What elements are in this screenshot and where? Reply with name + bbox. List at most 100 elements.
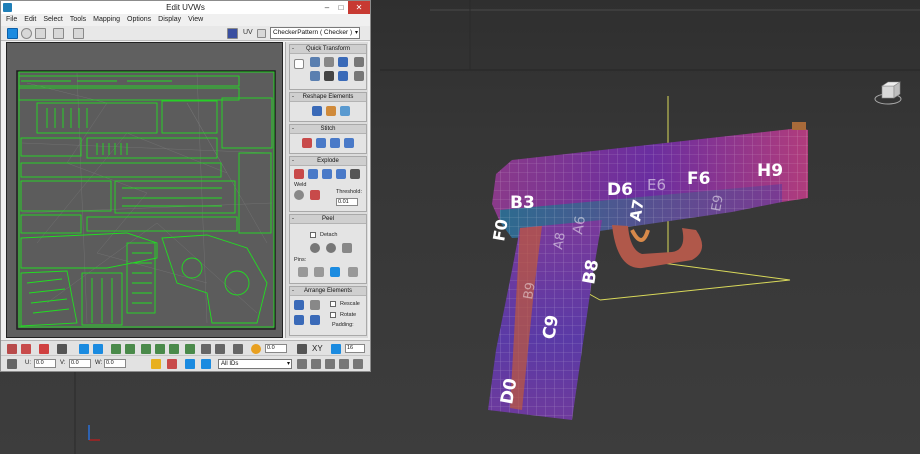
show-map-icon[interactable]	[227, 28, 238, 39]
rollout-reshape-elements: - Reshape Elements	[289, 92, 367, 122]
zoom-region-icon[interactable]	[325, 359, 335, 369]
filter-icon[interactable]	[185, 359, 195, 369]
close-icon[interactable]: ✕	[348, 1, 370, 14]
circle-icon[interactable]	[340, 106, 350, 116]
menu-options[interactable]: Options	[127, 16, 151, 23]
paint-icon[interactable]	[201, 344, 211, 354]
zoom-value-field[interactable]: 16	[345, 344, 365, 353]
select-element-icon[interactable]	[7, 344, 17, 354]
menu-view[interactable]: View	[188, 16, 203, 23]
padding-label: Padding:	[332, 322, 354, 328]
uv-mode-icon[interactable]	[257, 29, 266, 38]
shrink-icon[interactable]	[141, 344, 151, 354]
detach-checkbox[interactable]	[310, 232, 316, 238]
hide-icon[interactable]	[167, 359, 177, 369]
align-x-icon[interactable]	[310, 57, 320, 67]
rotate-ccw-icon[interactable]	[338, 71, 348, 81]
rollout-title: Peel	[321, 216, 334, 222]
quick-peel-icon[interactable]	[310, 243, 320, 253]
reset-peel-icon[interactable]	[342, 243, 352, 253]
weld-target-icon[interactable]	[310, 190, 320, 200]
texture-map-select[interactable]: CheckerPattern ( Checker ) ▾	[270, 27, 360, 39]
threshold-input[interactable]: 0.01	[336, 198, 358, 206]
ring-icon[interactable]	[111, 344, 121, 354]
zoom-extents-icon[interactable]	[339, 359, 349, 369]
stitch-custom-icon[interactable]	[344, 138, 354, 148]
texture-display-icon[interactable]	[353, 359, 363, 369]
flip-icon[interactable]	[324, 71, 334, 81]
menu-tools[interactable]: Tools	[70, 16, 86, 23]
mirror-tool-icon[interactable]	[73, 28, 84, 39]
soft-select-icon[interactable]	[251, 344, 261, 354]
brush-icon[interactable]	[215, 344, 225, 354]
falloff-icon[interactable]	[297, 344, 307, 354]
stitch-target-icon[interactable]	[330, 138, 340, 148]
menu-file[interactable]: File	[6, 16, 17, 23]
pack-normalize-icon[interactable]	[294, 300, 304, 310]
absolute-mode-icon[interactable]	[7, 359, 17, 369]
gun-model[interactable]: B3 D6 E6 F6 H9 F0 A6 A7 A8 B8 C9 D0 B9 E…	[482, 100, 822, 420]
soft-value-field[interactable]: 0.0	[265, 344, 287, 353]
rotate-tool-icon[interactable]	[21, 28, 32, 39]
maximize-icon[interactable]: □	[334, 1, 348, 14]
set-pivot-icon[interactable]	[294, 59, 304, 69]
explode-material-icon[interactable]	[336, 169, 346, 179]
freeform-tool-icon[interactable]	[53, 28, 64, 39]
zoom-icon[interactable]	[311, 359, 321, 369]
uv-editor-canvas[interactable]	[6, 42, 283, 338]
explode-flatten-icon[interactable]	[350, 169, 360, 179]
break-icon[interactable]	[294, 169, 304, 179]
relax-icon[interactable]	[326, 106, 336, 116]
pack-together-icon[interactable]	[294, 315, 304, 325]
menu-display[interactable]: Display	[158, 16, 181, 23]
face-mode-icon[interactable]	[79, 344, 89, 354]
weld-selected-icon[interactable]	[294, 190, 304, 200]
menu-edit[interactable]: Edit	[24, 16, 36, 23]
title-bar[interactable]: Edit UVWs – □ ✕	[1, 1, 370, 14]
lock-selection-icon[interactable]	[151, 359, 161, 369]
w-field[interactable]: 0.0	[104, 359, 126, 368]
rescale-checkbox[interactable]	[330, 301, 336, 307]
menu-mapping[interactable]: Mapping	[93, 16, 120, 23]
stitch-avg-icon[interactable]	[316, 138, 326, 148]
vertex-mode-icon[interactable]	[39, 344, 49, 354]
stitch-source-icon[interactable]	[302, 138, 312, 148]
edit-uvws-window[interactable]: Edit UVWs – □ ✕ File Edit Select Tools M…	[0, 0, 371, 372]
detach-edge-icon[interactable]	[308, 169, 318, 179]
loop-icon[interactable]	[155, 344, 165, 354]
align-y-icon[interactable]	[310, 71, 320, 81]
pack-custom-icon[interactable]	[310, 300, 320, 310]
snap-icon[interactable]	[201, 359, 211, 369]
move-tool-icon[interactable]	[7, 28, 18, 39]
viewcube-icon[interactable]	[874, 81, 902, 105]
weld-label: Weld	[294, 182, 307, 188]
loop-shrink-icon[interactable]	[185, 344, 195, 354]
auto-pin-icon[interactable]	[330, 267, 340, 277]
loop-grow-icon[interactable]	[169, 344, 179, 354]
space-h-icon[interactable]	[354, 57, 364, 67]
rotate-cw-icon[interactable]	[338, 57, 348, 67]
select-pins-icon[interactable]	[348, 267, 358, 277]
v-field[interactable]: 0.0	[69, 359, 91, 368]
weld-icon[interactable]	[324, 57, 334, 67]
straighten-icon[interactable]	[312, 106, 322, 116]
peel-mode-icon[interactable]	[326, 243, 336, 253]
edge-mode-icon[interactable]	[57, 344, 67, 354]
space-v-icon[interactable]	[354, 71, 364, 81]
pack-uniform-icon[interactable]	[310, 315, 320, 325]
rotate-checkbox[interactable]	[330, 312, 336, 318]
u-field[interactable]: 0.0	[34, 359, 56, 368]
element-mode-icon[interactable]	[93, 344, 103, 354]
lock-icon[interactable]	[331, 344, 341, 354]
paint-select-icon[interactable]	[21, 344, 31, 354]
pan-icon[interactable]	[297, 359, 307, 369]
explode-smooth-icon[interactable]	[322, 169, 332, 179]
scale-tool-icon[interactable]	[35, 28, 46, 39]
grow-icon[interactable]	[125, 344, 135, 354]
unpin-icon[interactable]	[314, 267, 324, 277]
menu-select[interactable]: Select	[43, 16, 62, 23]
minimize-icon[interactable]: –	[320, 1, 334, 14]
material-id-select[interactable]: All IDs ▾	[218, 359, 292, 369]
pin-icon[interactable]	[298, 267, 308, 277]
eyedropper-icon[interactable]	[233, 344, 243, 354]
